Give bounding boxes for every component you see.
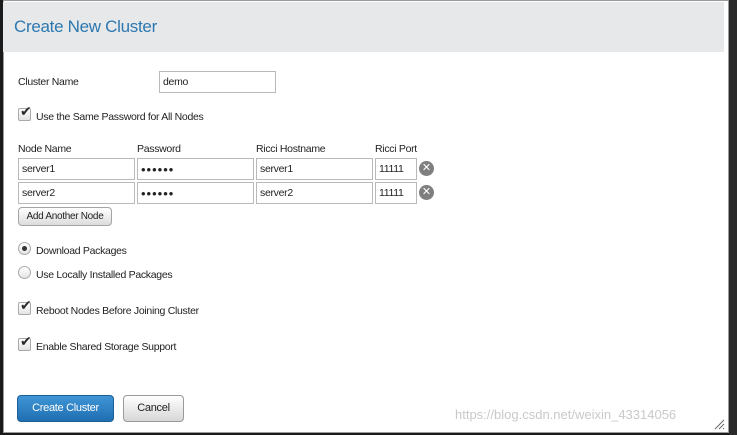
local-packages-label: Use Locally Installed Packages bbox=[36, 269, 173, 281]
header-ricci-hostname: Ricci Hostname bbox=[256, 143, 326, 155]
node1-password-input[interactable] bbox=[137, 158, 254, 180]
add-another-node-button[interactable]: Add Another Node bbox=[18, 207, 112, 226]
node2-port-input[interactable] bbox=[375, 182, 417, 204]
cluster-name-input[interactable] bbox=[159, 71, 276, 93]
cancel-button[interactable]: Cancel bbox=[123, 395, 184, 422]
checkmark-icon: ✔ bbox=[20, 333, 32, 349]
radio-selected-dot bbox=[22, 246, 27, 251]
reboot-nodes-checkbox[interactable]: ✔ bbox=[18, 298, 32, 315]
page-scrollbar[interactable] bbox=[729, 0, 737, 435]
shared-storage-checkbox[interactable]: ✔ bbox=[18, 334, 32, 351]
cluster-name-label: Cluster Name bbox=[18, 76, 79, 88]
node2-name-input[interactable] bbox=[18, 182, 135, 204]
node2-hostname-input[interactable] bbox=[256, 182, 373, 204]
same-password-checkbox[interactable]: ✔ bbox=[18, 104, 32, 121]
resize-grip-icon[interactable] bbox=[713, 418, 725, 430]
dialog-header: Create New Cluster bbox=[3, 2, 724, 52]
node1-name-input[interactable] bbox=[18, 158, 135, 180]
same-password-label: Use the Same Password for All Nodes bbox=[36, 111, 204, 123]
checkmark-icon: ✔ bbox=[20, 103, 32, 119]
node1-hostname-input[interactable] bbox=[256, 158, 373, 180]
shared-storage-label: Enable Shared Storage Support bbox=[36, 341, 177, 353]
download-packages-radio[interactable] bbox=[18, 242, 31, 255]
node2-password-input[interactable] bbox=[137, 182, 254, 204]
reboot-nodes-label: Reboot Nodes Before Joining Cluster bbox=[36, 305, 199, 317]
header-password: Password bbox=[137, 143, 181, 155]
header-node-name: Node Name bbox=[18, 143, 72, 155]
dialog-title: Create New Cluster bbox=[14, 17, 157, 36]
local-packages-radio[interactable] bbox=[18, 266, 31, 279]
remove-node1-icon[interactable]: ✕ bbox=[419, 161, 434, 176]
header-ricci-port: Ricci Port bbox=[375, 143, 417, 155]
node1-port-input[interactable] bbox=[375, 158, 417, 180]
remove-node2-icon[interactable]: ✕ bbox=[419, 185, 434, 200]
create-cluster-button[interactable]: Create Cluster bbox=[17, 395, 114, 422]
watermark-text: https://blog.csdn.net/weixin_43314056 bbox=[455, 407, 677, 422]
download-packages-label: Download Packages bbox=[36, 245, 127, 257]
checkmark-icon: ✔ bbox=[20, 297, 32, 313]
